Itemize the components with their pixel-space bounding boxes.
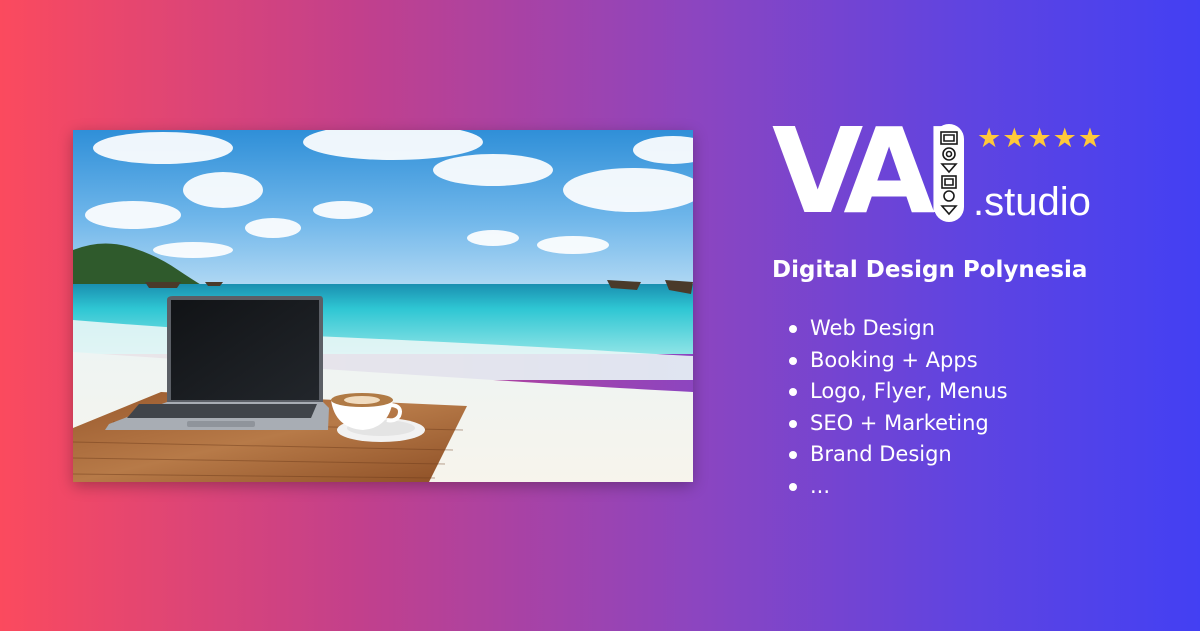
- star-icon: ★: [1027, 123, 1053, 154]
- service-label: Booking + Apps: [810, 347, 978, 372]
- bullet-icon: [789, 325, 797, 333]
- star-icon: ★: [1052, 123, 1078, 154]
- list-item: ...: [787, 471, 1008, 503]
- five-star-rating: ★★★★★: [977, 124, 1103, 154]
- star-icon: ★: [1077, 123, 1104, 154]
- promo-banner: VAI ★★★★★ .studio Digital Design Polynes…: [0, 0, 1200, 631]
- bullet-icon: [789, 356, 797, 365]
- star-icon: ★: [1002, 123, 1028, 154]
- list-item: SEO + Marketing: [787, 408, 1008, 440]
- bullet-icon: [789, 451, 797, 460]
- services-list: Web Design Booking + Apps Logo, Flyer, M…: [787, 313, 1008, 503]
- list-item: Brand Design: [787, 439, 1008, 471]
- logo-domain-suffix: .studio: [973, 180, 1091, 224]
- bullet-icon: [789, 419, 797, 428]
- list-item: Booking + Apps: [787, 345, 1008, 377]
- logo-wordmark: VAI: [772, 102, 967, 240]
- bullet-icon: [789, 388, 797, 397]
- service-label: SEO + Marketing: [810, 410, 989, 435]
- list-item: Web Design: [787, 313, 1008, 345]
- vai-studio-logo: VAI ★★★★★ .studio: [772, 102, 1122, 240]
- bullet-icon: [789, 482, 797, 491]
- service-label: Logo, Flyer, Menus: [810, 379, 1008, 404]
- tiki-pattern-icon: [934, 124, 964, 222]
- service-label: ...: [810, 473, 831, 498]
- list-item: Logo, Flyer, Menus: [787, 376, 1008, 408]
- beach-workspace-photo: [73, 130, 693, 482]
- service-label: Web Design: [810, 316, 935, 340]
- tagline: Digital Design Polynesia: [772, 257, 1088, 283]
- star-icon: ★: [977, 123, 1003, 154]
- service-label: Brand Design: [810, 442, 952, 467]
